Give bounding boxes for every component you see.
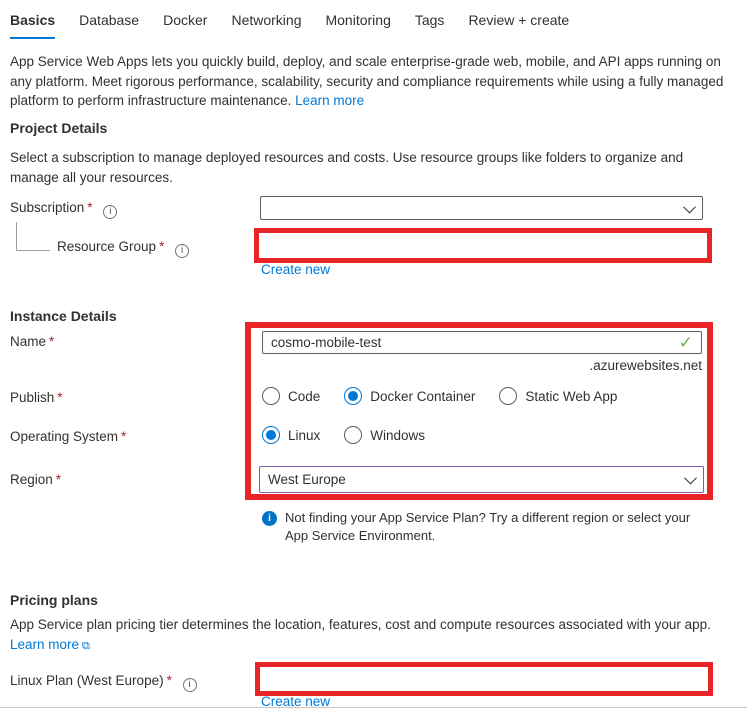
required-marker: *: [49, 334, 54, 349]
external-link-icon: ⧉: [82, 640, 90, 652]
subscription-resource-group-connector: [16, 222, 50, 251]
region-value: West Europe: [268, 472, 346, 487]
linux-plan-info-icon[interactable]: i: [183, 678, 197, 692]
publish-option-static-web-app[interactable]: Static Web App: [499, 387, 617, 405]
required-marker: *: [56, 472, 61, 487]
radio-windows[interactable]: [344, 426, 362, 444]
service-description-text: App Service Web Apps lets you quickly bu…: [10, 54, 723, 108]
radio-linux-label: Linux: [288, 428, 320, 443]
tab-monitoring[interactable]: Monitoring: [325, 8, 390, 39]
radio-docker-container-label: Docker Container: [370, 389, 475, 404]
project-details-description: Select a subscription to manage deployed…: [10, 148, 726, 187]
instance-details-heading: Instance Details: [10, 308, 117, 324]
create-web-app-basics-page: Basics Database Docker Networking Monito…: [0, 0, 747, 717]
resource-group-input[interactable]: [259, 232, 707, 258]
radio-static-web-app[interactable]: [499, 387, 517, 405]
radio-static-web-app-label: Static Web App: [525, 389, 617, 404]
required-marker: *: [159, 239, 164, 254]
project-details-heading: Project Details: [10, 120, 107, 136]
region-dropdown[interactable]: West Europe: [259, 466, 704, 493]
app-name-input[interactable]: cosmo-mobile-test ✓: [262, 331, 702, 354]
app-name-label: Name*: [10, 334, 54, 349]
pricing-plans-description: App Service plan pricing tier determines…: [10, 615, 726, 635]
chevron-down-icon: [683, 200, 696, 213]
tab-database[interactable]: Database: [79, 8, 139, 39]
radio-linux[interactable]: [262, 426, 280, 444]
operating-system-label: Operating System*: [10, 429, 126, 444]
radio-code[interactable]: [262, 387, 280, 405]
subscription-dropdown[interactable]: [260, 196, 703, 220]
tab-tags[interactable]: Tags: [415, 8, 445, 39]
domain-suffix-label: .azurewebsites.net: [402, 358, 702, 373]
os-radio-group: Linux Windows: [262, 426, 439, 444]
app-name-value: cosmo-mobile-test: [271, 335, 381, 350]
subscription-info-icon[interactable]: i: [103, 205, 117, 219]
linux-plan-label: Linux Plan (West Europe)* i: [10, 673, 197, 692]
wizard-tabs: Basics Database Docker Networking Monito…: [10, 8, 569, 39]
tab-basics[interactable]: Basics: [10, 8, 55, 39]
tab-docker[interactable]: Docker: [163, 8, 207, 39]
pricing-plans-heading: Pricing plans: [10, 592, 98, 608]
tab-review-create[interactable]: Review + create: [468, 8, 569, 39]
radio-docker-container[interactable]: [344, 387, 362, 405]
resource-group-info-icon[interactable]: i: [175, 244, 189, 258]
radio-code-label: Code: [288, 389, 320, 404]
required-marker: *: [57, 390, 62, 405]
publish-option-docker-container[interactable]: Docker Container: [344, 387, 475, 405]
publish-radio-group: Code Docker Container Static Web App: [262, 387, 631, 405]
required-marker: *: [167, 673, 172, 688]
publish-label: Publish*: [10, 390, 63, 405]
resource-group-label: Resource Group* i: [57, 239, 189, 258]
app-service-plan-note: Not finding your App Service Plan? Try a…: [285, 509, 697, 545]
resource-group-create-new-link[interactable]: Create new: [261, 262, 330, 277]
intro-learn-more-link[interactable]: Learn more: [295, 93, 364, 108]
required-marker: *: [121, 429, 126, 444]
os-option-linux[interactable]: Linux: [262, 426, 320, 444]
chevron-down-icon: [684, 472, 697, 485]
region-label: Region*: [10, 472, 61, 487]
linux-plan-input[interactable]: [260, 667, 707, 692]
pricing-learn-more-link[interactable]: Learn more⧉: [10, 637, 90, 652]
os-option-windows[interactable]: Windows: [344, 426, 425, 444]
valid-check-icon: ✓: [679, 333, 693, 353]
service-description: App Service Web Apps lets you quickly bu…: [10, 52, 726, 111]
pricing-learn-more: Learn more⧉: [10, 637, 90, 653]
radio-windows-label: Windows: [370, 428, 425, 443]
subscription-label: Subscription* i: [10, 200, 117, 219]
tab-networking[interactable]: Networking: [231, 8, 301, 39]
bottom-divider: [0, 707, 747, 708]
required-marker: *: [87, 200, 92, 215]
info-icon: i: [262, 511, 277, 526]
publish-option-code[interactable]: Code: [262, 387, 320, 405]
